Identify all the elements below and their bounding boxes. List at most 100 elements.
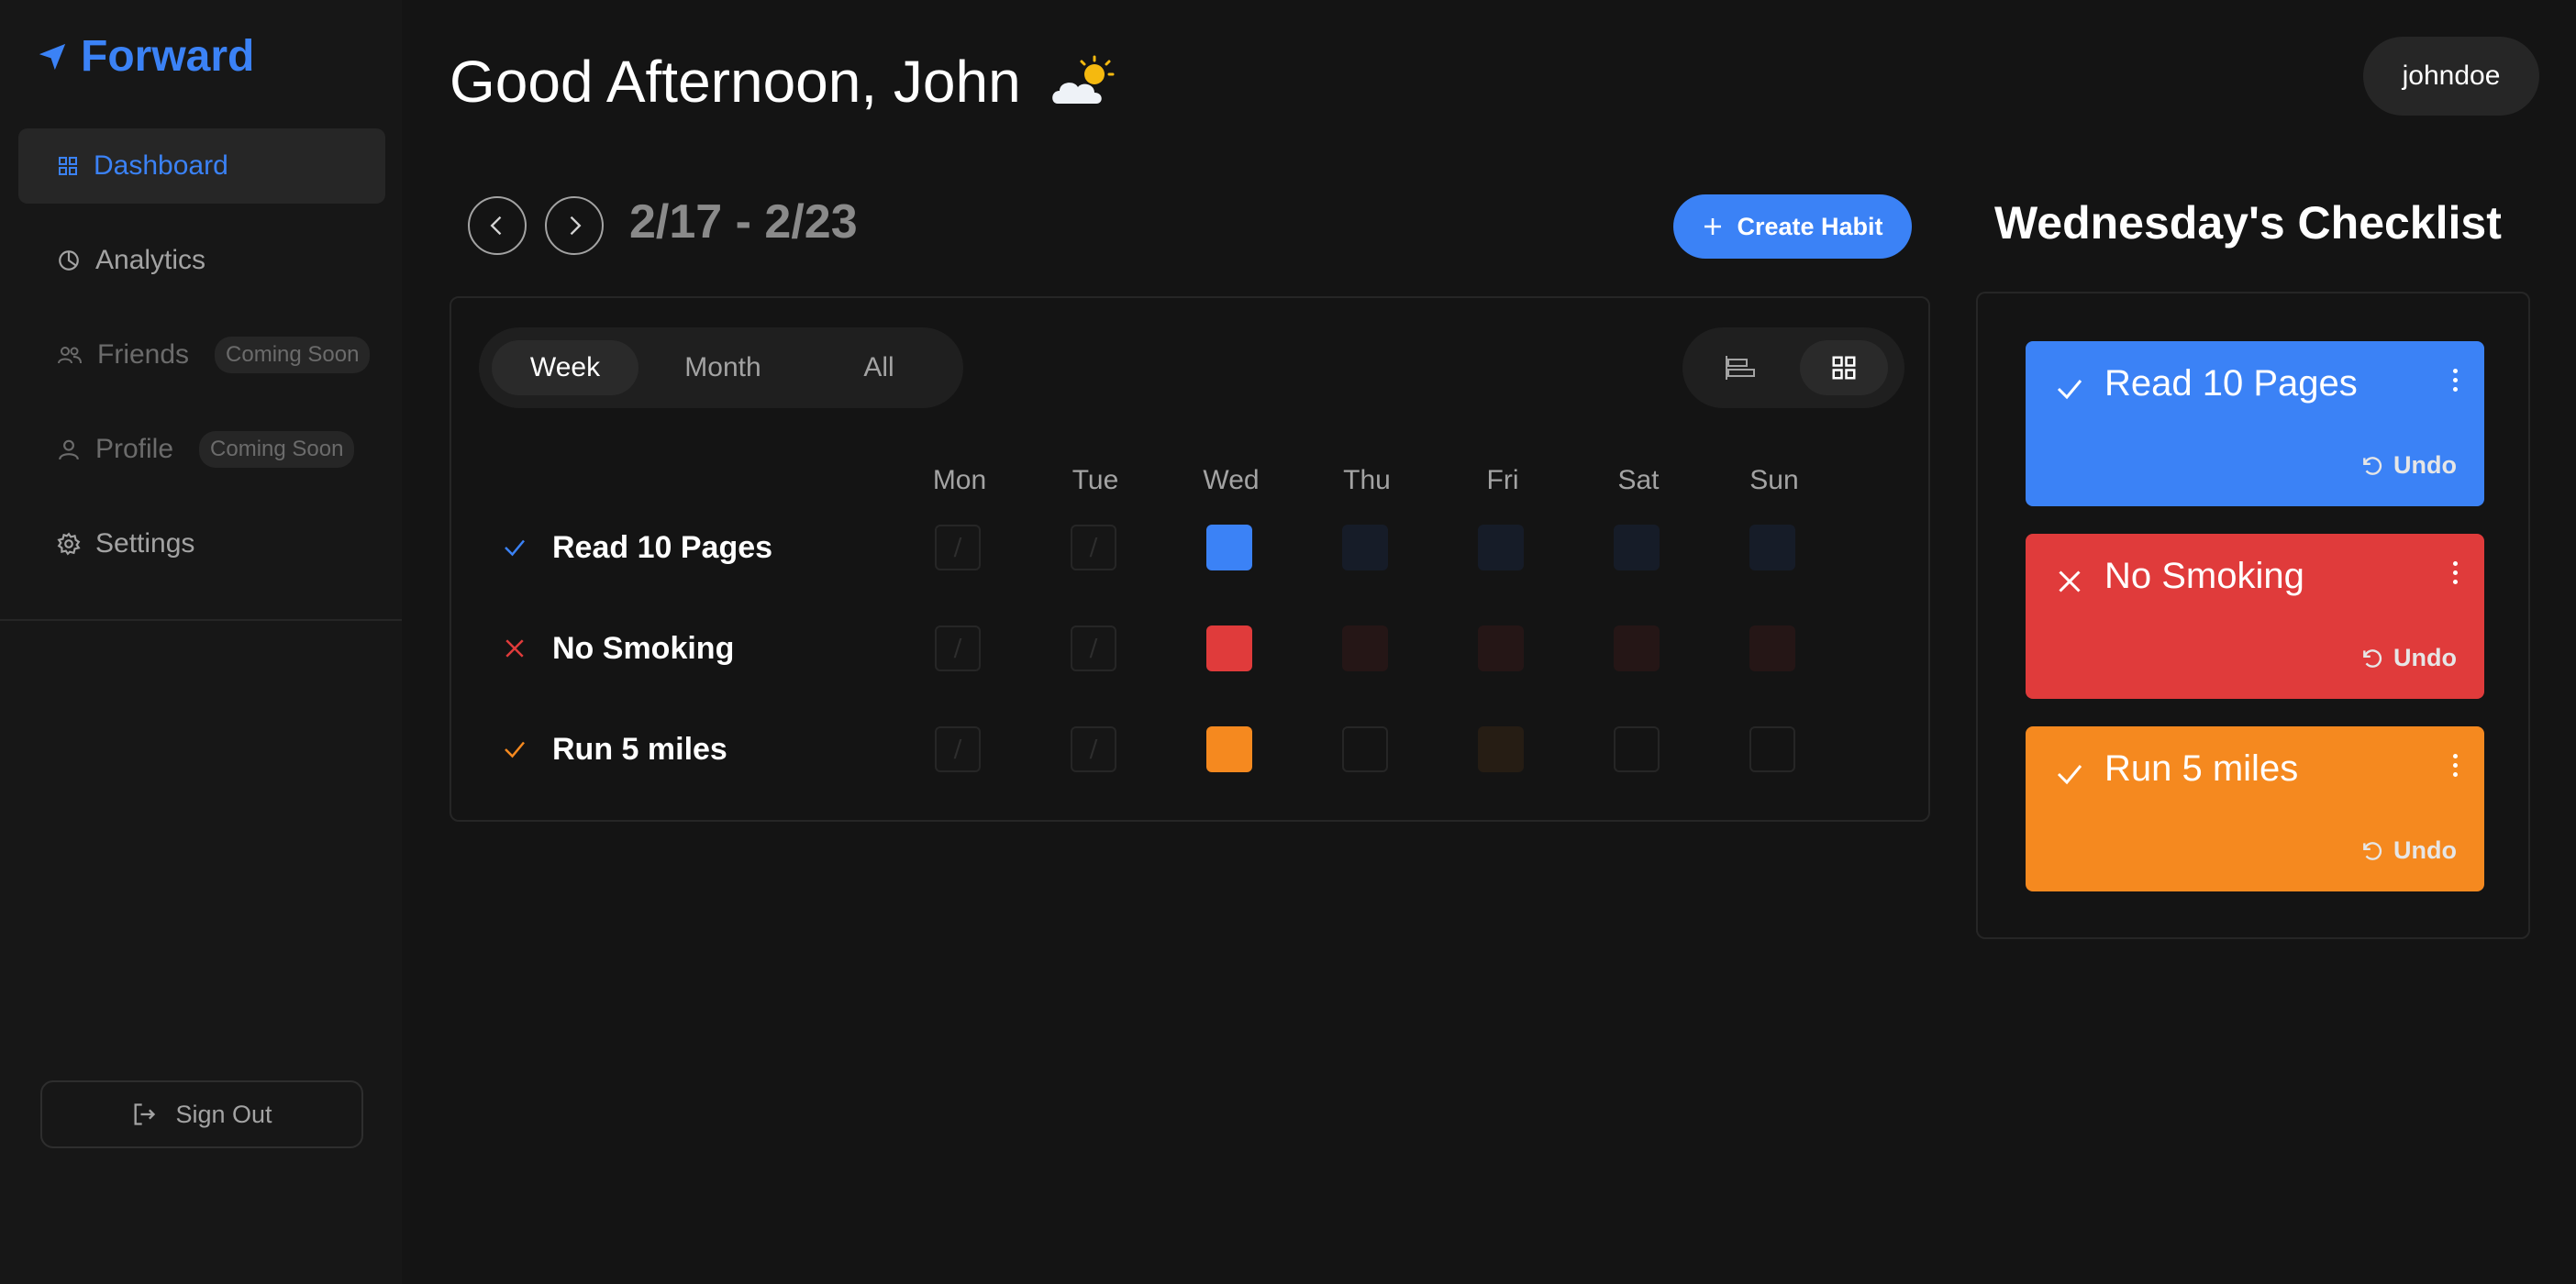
users-icon — [58, 347, 82, 364]
habit-day-cell — [935, 726, 981, 772]
check-icon — [505, 539, 525, 557]
sidebar-item-dashboard[interactable]: Dashboard — [18, 128, 385, 204]
habit-name: Read 10 Pages — [552, 529, 773, 565]
sign-out-label: Sign Out — [175, 1100, 272, 1128]
coming-soon-badge: Coming Soon — [199, 431, 355, 468]
undo-button[interactable]: Undo — [2360, 644, 2457, 672]
range-tabs: Week Month All — [479, 327, 963, 408]
sidebar-item-label: Dashboard — [94, 150, 228, 181]
checklist-card-run[interactable]: Run 5 miles Undo — [2026, 726, 2484, 891]
partly-sunny-icon — [1051, 55, 1115, 104]
checklist-panel: Read 10 Pages Undo No Smoking Undo Run 5… — [1976, 292, 2530, 939]
logo[interactable]: Forward — [37, 31, 254, 82]
habit-day-cell — [935, 625, 981, 671]
greeting-text: Good Afternoon, John — [450, 49, 1021, 115]
sidebar-item-label: Profile — [95, 434, 174, 464]
chevron-right-icon — [570, 216, 582, 236]
habit-day-cell[interactable] — [1478, 625, 1524, 671]
day-header-wed: Wed — [1203, 465, 1260, 495]
day-header-tue: Tue — [1071, 465, 1119, 495]
week-date-range: 2/17 - 2/23 — [629, 195, 858, 249]
coming-soon-badge: Coming Soon — [215, 337, 371, 373]
gear-icon — [57, 532, 81, 556]
sidebar-item-analytics[interactable]: Analytics — [18, 223, 385, 298]
habit-day-cell-completed[interactable] — [1206, 726, 1252, 772]
habit-day-cell[interactable] — [1478, 726, 1524, 772]
next-week-button[interactable] — [545, 196, 604, 255]
checklist-title: Wednesday's Checklist — [1994, 197, 2502, 249]
x-icon — [2059, 570, 2081, 592]
habit-row-read[interactable]: Read 10 Pages — [501, 520, 772, 575]
user-icon — [59, 439, 79, 460]
app-name: Forward — [81, 32, 255, 81]
view-toggle — [1682, 327, 1904, 408]
undo-button[interactable]: Undo — [2360, 451, 2457, 480]
tab-month[interactable]: Month — [650, 340, 796, 395]
habit-day-cell[interactable] — [1614, 525, 1660, 570]
sign-out-icon — [134, 1103, 156, 1125]
create-habit-button[interactable]: Create Habit — [1673, 194, 1912, 259]
more-vertical-icon[interactable] — [2444, 561, 2466, 584]
grid-view-icon — [1832, 356, 1856, 380]
sidebar-item-label: Settings — [95, 528, 195, 559]
list-view-button[interactable] — [1695, 340, 1783, 395]
sidebar-nav: Dashboard Analytics Friends Coming Soon … — [18, 128, 385, 601]
day-header-fri: Fri — [1486, 465, 1519, 495]
more-vertical-icon[interactable] — [2444, 369, 2466, 392]
sign-out-button[interactable]: Sign Out — [40, 1080, 363, 1148]
habit-day-cell — [1071, 726, 1116, 772]
undo-icon — [2363, 456, 2382, 475]
sidebar-item-label: Analytics — [95, 245, 206, 275]
habit-day-cell[interactable] — [1749, 726, 1795, 772]
undo-label: Undo — [2393, 836, 2457, 864]
habit-day-cell[interactable] — [1749, 525, 1795, 570]
habit-day-cell[interactable] — [1478, 525, 1524, 570]
habit-name: Run 5 miles — [552, 731, 727, 767]
pie-chart-icon — [59, 250, 79, 271]
habit-day-cell[interactable] — [1614, 625, 1660, 671]
habit-day-cell[interactable] — [1749, 625, 1795, 671]
check-icon — [2057, 765, 2082, 785]
check-icon — [2057, 380, 2082, 400]
card-title: No Smoking — [2104, 556, 2304, 596]
sidebar-divider — [0, 619, 402, 621]
undo-button[interactable]: Undo — [2360, 836, 2457, 865]
checklist-card-no-smoking[interactable]: No Smoking Undo — [2026, 534, 2484, 699]
undo-icon — [2363, 841, 2382, 860]
tab-week[interactable]: Week — [492, 340, 638, 395]
habit-day-cell — [935, 525, 981, 570]
username: johndoe — [2402, 61, 2501, 91]
habit-day-cell[interactable] — [1342, 625, 1388, 671]
check-icon — [505, 741, 525, 758]
habit-row-no-smoking[interactable]: No Smoking — [501, 621, 734, 676]
habit-day-cell-completed[interactable] — [1206, 525, 1252, 570]
sidebar: Forward Dashboard Analytics Friends Comi… — [0, 0, 402, 1284]
grid-view-button[interactable] — [1800, 340, 1888, 395]
chevron-left-icon — [490, 216, 502, 236]
sidebar-item-profile[interactable]: Profile Coming Soon — [18, 412, 385, 487]
checklist-card-read[interactable]: Read 10 Pages Undo — [2026, 341, 2484, 506]
previous-week-button[interactable] — [468, 196, 527, 255]
greeting: Good Afternoon, John — [450, 48, 1118, 116]
habit-day-cell[interactable] — [1342, 525, 1388, 570]
habit-grid-panel: Week Month All Mon Tue Wed Thu Fri Sat S… — [450, 296, 1930, 822]
tab-all[interactable]: All — [805, 340, 952, 395]
more-vertical-icon[interactable] — [2444, 754, 2466, 777]
undo-icon — [2363, 648, 2382, 668]
day-header-mon: Mon — [932, 465, 987, 495]
plus-icon — [1704, 218, 1722, 235]
undo-label: Undo — [2393, 451, 2457, 479]
day-header-sat: Sat — [1617, 465, 1660, 495]
habit-row-run[interactable]: Run 5 miles — [501, 722, 727, 777]
habit-day-cell[interactable] — [1614, 726, 1660, 772]
habit-day-cell[interactable] — [1342, 726, 1388, 772]
user-menu-button[interactable]: johndoe — [2363, 37, 2539, 116]
sidebar-item-friends[interactable]: Friends Coming Soon — [18, 317, 385, 393]
habit-day-cell-failed[interactable] — [1206, 625, 1252, 671]
grid-icon — [59, 157, 77, 175]
sidebar-item-settings[interactable]: Settings — [18, 506, 385, 581]
x-icon — [505, 639, 524, 658]
habit-day-cell — [1071, 625, 1116, 671]
sidebar-item-label: Friends — [97, 339, 190, 370]
habit-day-cell — [1071, 525, 1116, 570]
